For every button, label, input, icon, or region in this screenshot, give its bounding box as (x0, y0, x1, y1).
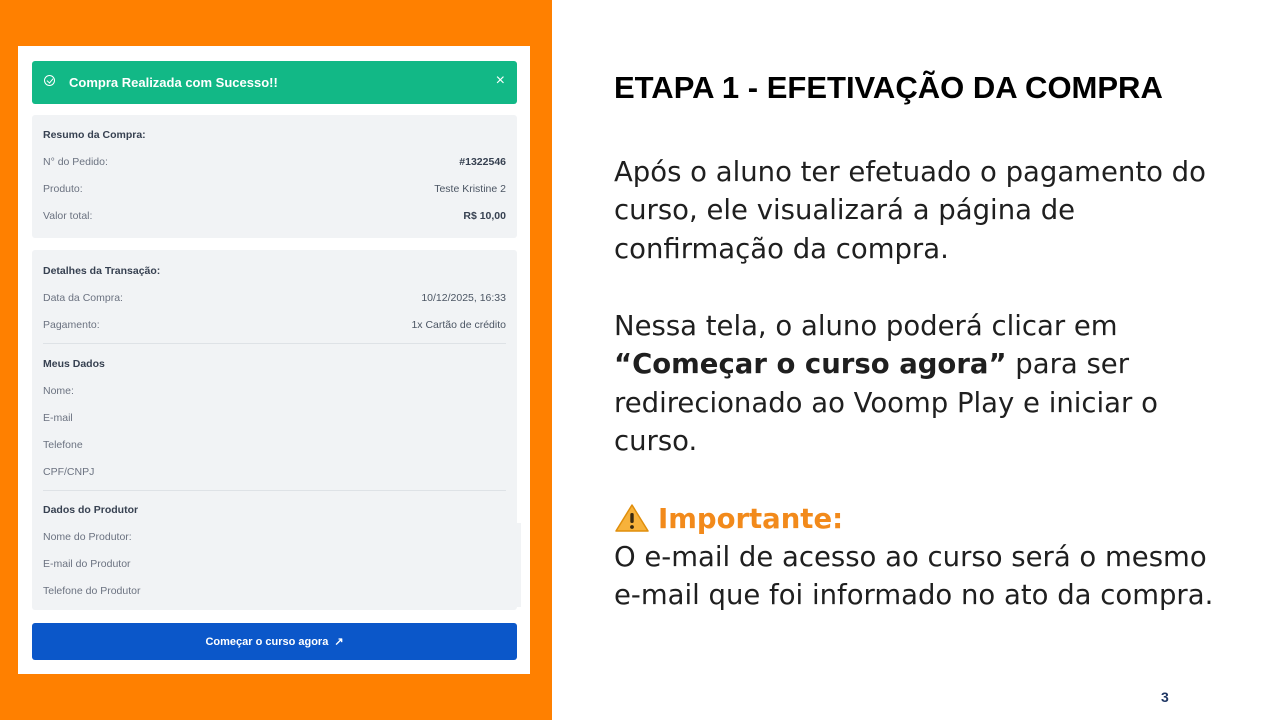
start-course-button[interactable]: Começar o curso agora ↗ (32, 623, 517, 660)
page-number: 3 (1161, 689, 1169, 705)
phone-row: Telefone (43, 439, 506, 453)
row-label: Nome: (43, 385, 74, 397)
close-icon[interactable]: × (496, 72, 505, 90)
product-row: Produto: Teste Kristine 2 (43, 183, 506, 197)
purchase-confirmation-screenshot: Compra Realizada com Sucesso!! × Resumo … (18, 46, 530, 674)
button-text: Começar o curso agora (205, 636, 329, 648)
text-line: O e-mail de acesso ao curso será o mesmo (614, 541, 1207, 573)
row-label: Valor total: (43, 210, 93, 222)
row-label: E-mail do Produtor (43, 558, 131, 570)
text-fragment: para ser (1006, 348, 1130, 381)
product-value: Teste Kristine 2 (434, 183, 506, 195)
producer-name-row: Nome do Produtor: (43, 531, 506, 545)
card-edge (508, 523, 521, 607)
row-label: Data da Compra: (43, 292, 123, 304)
start-course-label: Começar o curso agora ↗ (32, 635, 517, 648)
row-label: CPF/CNPJ (43, 466, 95, 478)
divider (43, 343, 506, 344)
email-row: E-mail (43, 412, 506, 426)
text-line: Nessa tela, o aluno poderá clicar em (614, 310, 1118, 342)
text-line: Após o aluno ter efetuado o pagamento do (614, 156, 1206, 188)
divider (43, 490, 506, 491)
summary-heading: Resumo da Compra: (43, 129, 146, 141)
purchase-date-value: 10/12/2025, 16:33 (421, 292, 506, 304)
my-data-heading: Meus Dados (43, 358, 105, 370)
total-row: Valor total: R$ 10,00 (43, 210, 506, 224)
producer-email-row: E-mail do Produtor (43, 558, 506, 572)
row-label: Telefone (43, 439, 83, 451)
producer-phone-row: Telefone do Produtor (43, 585, 506, 599)
producer-heading: Dados do Produtor (43, 504, 139, 516)
text-line: redirecionado ao Voomp Play e iniciar o (614, 386, 1158, 419)
intro-paragraph: Após o aluno ter efetuado o pagamento do… (614, 153, 1206, 268)
cpf-cnpj-row: CPF/CNPJ (43, 466, 506, 480)
total-value: R$ 10,00 (463, 210, 506, 222)
text-line: “Começar o curso agora” para ser (614, 345, 1158, 383)
row-label: Pagamento: (43, 319, 100, 331)
warning-icon (614, 503, 650, 533)
order-number-row: N° do Pedido: #1322546 (43, 156, 506, 170)
purchase-summary-card: Resumo da Compra: N° do Pedido: #1322546… (32, 115, 517, 238)
row-label: E-mail (43, 412, 73, 424)
payment-value: 1x Cartão de crédito (411, 319, 506, 331)
transaction-details-card: Detalhes da Transação: Data da Compra: 1… (32, 250, 517, 610)
arrow-up-right-icon: ↗ (334, 636, 344, 648)
check-circle-icon (44, 75, 55, 86)
row-label: Telefone do Produtor (43, 585, 141, 597)
row-label: Nome do Produtor: (43, 531, 132, 543)
name-row: Nome: (43, 385, 506, 399)
instruction-paragraph: Nessa tela, o aluno poderá clicar em “Co… (614, 307, 1158, 460)
transaction-heading: Detalhes da Transação: (43, 265, 161, 277)
order-number-value: #1322546 (459, 156, 506, 168)
text-line: curso, ele visualizará a página de (614, 194, 1076, 227)
important-text: Importante: (658, 503, 844, 535)
row-label: N° do Pedido: (43, 156, 108, 168)
text-line: confirmação da compra. (614, 232, 949, 265)
slide-title: ETAPA 1 - EFETIVAÇÃO DA COMPRA (614, 70, 1163, 105)
button-name-emphasis: “Começar o curso agora” (614, 348, 1007, 381)
important-label: Importante: (614, 500, 843, 538)
success-alert: Compra Realizada com Sucesso!! × (32, 61, 517, 104)
row-label: Produto: (43, 183, 83, 195)
important-paragraph: O e-mail de acesso ao curso será o mesmo… (614, 538, 1213, 615)
success-message: Compra Realizada com Sucesso!! (69, 75, 278, 90)
text-line: e-mail que foi informado no ato da compr… (614, 579, 1214, 612)
text-line: curso. (614, 424, 698, 457)
payment-row: Pagamento: 1x Cartão de crédito (43, 319, 506, 333)
purchase-date-row: Data da Compra: 10/12/2025, 16:33 (43, 292, 506, 306)
